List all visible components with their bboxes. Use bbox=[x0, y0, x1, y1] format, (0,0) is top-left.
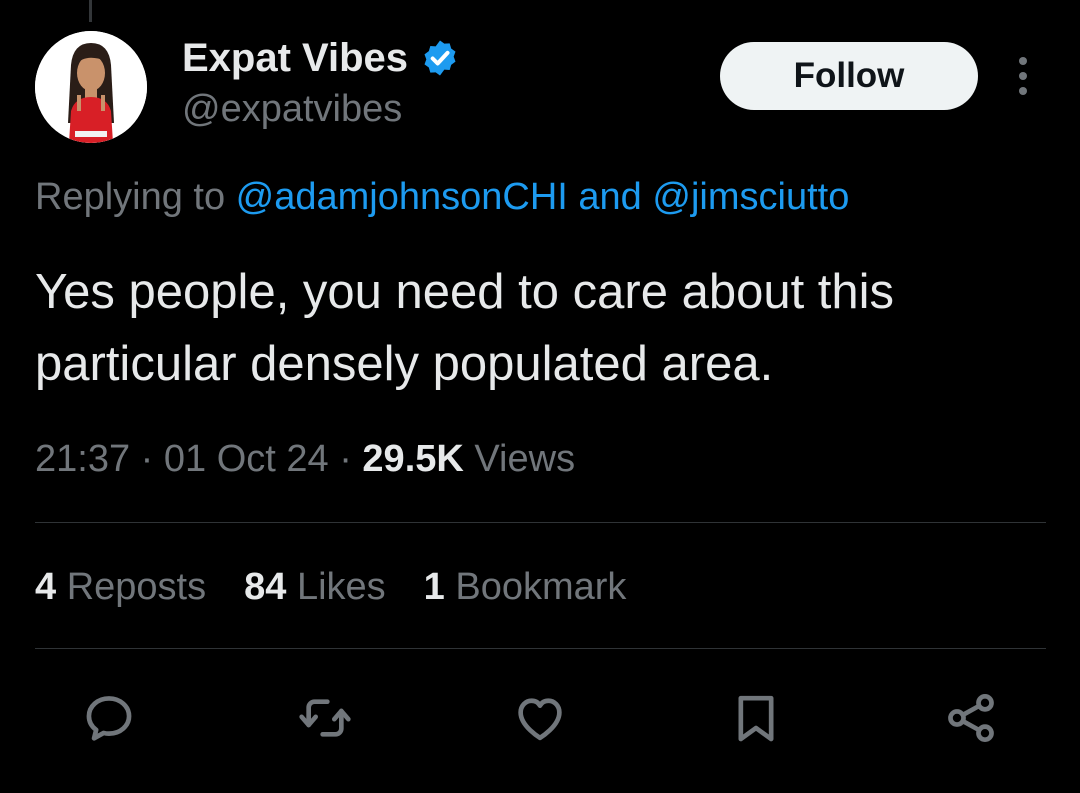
author-name-row: Expat Vibes bbox=[182, 32, 460, 84]
divider bbox=[35, 522, 1046, 523]
reply-icon bbox=[86, 696, 132, 741]
author-display-name[interactable]: Expat Vibes bbox=[182, 36, 408, 81]
tweet-text: Yes people, you need to care about this … bbox=[35, 256, 1055, 400]
bookmark-button[interactable] bbox=[728, 690, 784, 746]
author-handle[interactable]: @expatvibes bbox=[182, 88, 402, 131]
repost-button[interactable] bbox=[297, 690, 353, 746]
reply-mention-link[interactable]: @adamjohnsonCHI bbox=[236, 176, 568, 218]
avatar-illustration-icon bbox=[35, 31, 147, 143]
like-button[interactable] bbox=[512, 690, 568, 746]
more-options-button[interactable] bbox=[1006, 52, 1040, 100]
engagement-stats: 4 Reposts 84 Likes 1 Bookmark bbox=[35, 566, 664, 609]
reposts-count: 4 bbox=[35, 566, 57, 608]
views-count[interactable]: 29.5K bbox=[362, 438, 463, 480]
replying-to-line: Replying to @adamjohnsonCHI and @jimsciu… bbox=[35, 176, 849, 219]
repost-icon bbox=[299, 699, 351, 737]
likes-stat[interactable]: 84 Likes bbox=[244, 566, 386, 609]
tweet-text-line: particular densely populated area. bbox=[35, 337, 774, 391]
bookmarks-count: 1 bbox=[423, 566, 445, 608]
likes-label: Likes bbox=[286, 566, 386, 608]
replying-to-prefix: Replying to bbox=[35, 176, 236, 218]
bookmark-icon bbox=[738, 695, 774, 742]
reposts-stat[interactable]: 4 Reposts bbox=[35, 566, 206, 609]
meta-separator: · bbox=[328, 438, 363, 480]
thread-connector-line bbox=[89, 0, 92, 22]
follow-button[interactable]: Follow bbox=[720, 42, 978, 110]
reply-and-text: and bbox=[567, 176, 653, 218]
reply-button[interactable] bbox=[81, 690, 137, 746]
avatar[interactable] bbox=[35, 31, 147, 143]
verified-badge-icon[interactable] bbox=[420, 38, 460, 78]
bookmarks-label: Bookmark bbox=[444, 566, 627, 608]
divider bbox=[35, 648, 1046, 649]
reply-mention-link[interactable]: @jimsciutto bbox=[652, 176, 849, 218]
bookmarks-stat[interactable]: 1 Bookmark bbox=[424, 566, 627, 609]
like-icon bbox=[518, 698, 562, 741]
tweet-text-line: Yes people, you need to care about this bbox=[35, 265, 895, 319]
likes-count: 84 bbox=[244, 566, 287, 608]
tweet-time[interactable]: 21:37 bbox=[35, 438, 130, 480]
tweet-date[interactable]: 01 Oct 24 bbox=[164, 438, 329, 480]
views-label: Views bbox=[463, 438, 576, 480]
meta-separator: · bbox=[130, 438, 164, 480]
share-icon bbox=[948, 693, 994, 743]
tweet-meta: 21:37 · 01 Oct 24 · 29.5K Views bbox=[35, 438, 575, 481]
reposts-label: Reposts bbox=[56, 566, 207, 608]
share-button[interactable] bbox=[943, 690, 999, 746]
more-vertical-icon bbox=[1019, 57, 1027, 95]
